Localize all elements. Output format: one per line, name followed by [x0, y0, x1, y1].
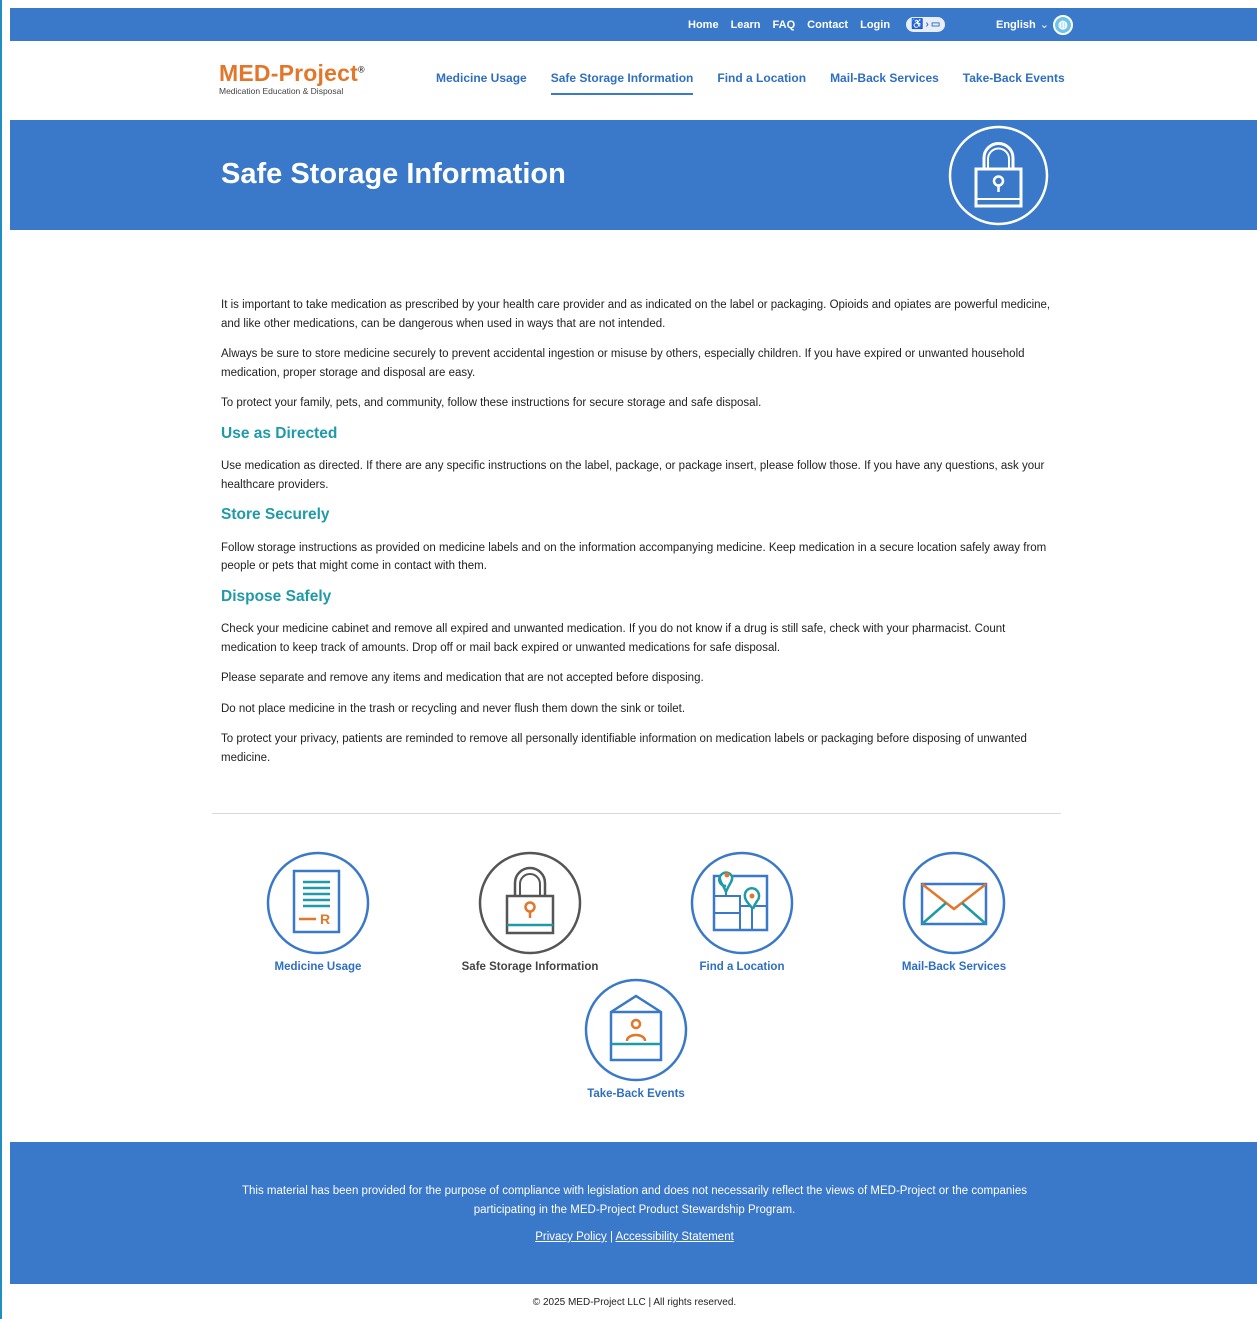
- language-label: English: [996, 18, 1036, 31]
- icon-card-safe-storage[interactable]: Safe Storage Information: [440, 851, 620, 973]
- kiosk-person-icon: [584, 978, 688, 1082]
- main-nav: Medicine Usage Safe Storage Information …: [436, 71, 1065, 95]
- copyright: © 2025 MED-Project LLC | All rights rese…: [532, 1297, 737, 1308]
- page-title: Safe Storage Information: [221, 158, 566, 190]
- utility-link-home[interactable]: Home: [688, 19, 719, 31]
- nav-item-mail-back[interactable]: Mail-Back Services: [830, 71, 939, 95]
- logo-name: MED-Project: [219, 60, 358, 86]
- nav-item-safe-storage[interactable]: Safe Storage Information: [550, 71, 694, 95]
- section-heading-dispose-safely: Dispose Safely: [221, 587, 332, 605]
- content-divider: [212, 813, 1061, 814]
- hero-banner: Safe Storage Information: [10, 120, 1257, 230]
- icon-card-mail-back[interactable]: Mail-Back Services: [864, 851, 1044, 973]
- icon-card-label: Find a Location: [699, 961, 785, 973]
- padlock-icon: [948, 125, 1049, 226]
- icon-card-take-back[interactable]: Take-Back Events: [546, 978, 726, 1100]
- display-icon: ▭: [930, 19, 941, 30]
- section-paragraph: Please separate and remove any items and…: [221, 672, 704, 684]
- icon-card-find-location[interactable]: Find a Location: [652, 851, 832, 973]
- map-pin-icon: [690, 851, 794, 955]
- logo[interactable]: MED-Project® Medication Education & Disp…: [219, 60, 365, 96]
- language-selector[interactable]: English ⌄ ◍: [996, 8, 1073, 41]
- footer-separator: |: [609, 1231, 613, 1243]
- padlock-icon: [478, 851, 582, 955]
- section-paragraph: Use medication as directed. If there are…: [221, 460, 1045, 491]
- utility-link-contact[interactable]: Contact: [807, 19, 848, 31]
- site-header: MED-Project® Medication Education & Disp…: [10, 41, 1257, 120]
- toggle-arrow-icon: ›: [925, 19, 929, 30]
- chevron-down-icon: ⌄: [1039, 19, 1049, 31]
- intro-paragraph: To protect your family, pets, and commun…: [221, 397, 762, 409]
- main-content: It is important to take medication as pr…: [221, 296, 1051, 779]
- registered-mark: ®: [357, 64, 365, 75]
- icon-card-label: Take-Back Events: [587, 1088, 685, 1100]
- icon-card-label: Safe Storage Information: [461, 961, 599, 973]
- accessibility-statement-link[interactable]: Accessibility Statement: [616, 1231, 734, 1243]
- intro-paragraph: Always be sure to store medicine securel…: [221, 348, 1025, 379]
- nav-item-find-location[interactable]: Find a Location: [717, 71, 806, 95]
- privacy-policy-link[interactable]: Privacy Policy: [535, 1231, 607, 1243]
- icon-card-label: Mail-Back Services: [901, 961, 1007, 973]
- section-paragraph: Check your medicine cabinet and remove a…: [221, 623, 1006, 654]
- icon-card-medicine-usage[interactable]: R Medicine Usage: [228, 851, 408, 973]
- utility-link-login[interactable]: Login: [860, 19, 890, 31]
- section-paragraph: Do not place medicine in the trash or re…: [221, 702, 686, 715]
- footer: This material has been provided for the …: [10, 1142, 1257, 1284]
- logo-tagline: Medication Education & Disposal: [219, 86, 344, 96]
- footer-links: Privacy Policy | Accessibility Statement: [10, 1231, 1257, 1243]
- nav-item-take-back[interactable]: Take-Back Events: [963, 71, 1065, 95]
- accessibility-toggle[interactable]: ♿ › ▭: [906, 17, 946, 32]
- section-heading-use-as-directed: Use as Directed: [221, 424, 338, 442]
- utility-links: Home Learn FAQ Contact Login ♿ › ▭: [688, 8, 946, 41]
- wheelchair-toggle-icon: ♿: [911, 19, 924, 30]
- section-heading-store-securely: Store Securely: [221, 506, 330, 523]
- envelope-icon: [902, 851, 1006, 955]
- footer-disclaimer: This material has been provided for the …: [242, 1185, 1027, 1216]
- utility-link-faq[interactable]: FAQ: [773, 19, 796, 31]
- section-paragraph: To protect your privacy, patients are re…: [221, 733, 1027, 764]
- svg-text:R: R: [320, 911, 330, 927]
- globe-icon: ◍: [1052, 14, 1073, 35]
- prescription-document-icon: R: [266, 851, 370, 955]
- nav-item-medicine-usage[interactable]: Medicine Usage: [436, 71, 527, 95]
- utility-link-learn[interactable]: Learn: [731, 19, 761, 31]
- section-paragraph: Follow storage instructions as provided …: [221, 541, 1047, 573]
- intro-paragraph: It is important to take medication as pr…: [221, 299, 1051, 330]
- utility-bar: Home Learn FAQ Contact Login ♿ › ▭ Engli…: [10, 8, 1257, 41]
- icon-card-label: Medicine Usage: [274, 961, 362, 973]
